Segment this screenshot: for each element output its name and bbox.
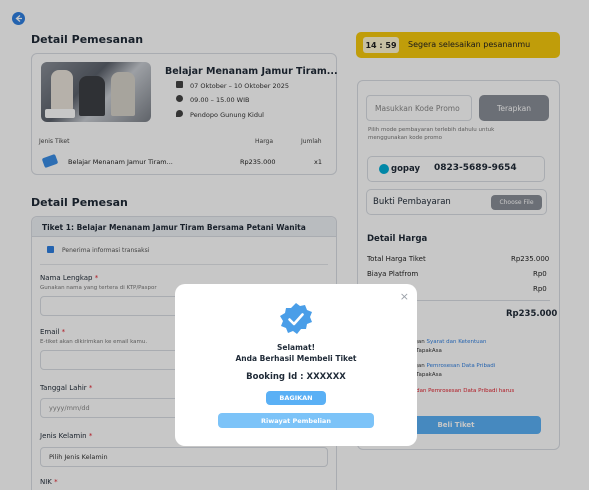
purchase-history-button[interactable]: Riwayat Pembelian bbox=[218, 413, 374, 428]
share-button[interactable]: BAGIKAN bbox=[266, 391, 326, 405]
modal-congrats: Selamat! bbox=[276, 343, 315, 352]
verified-badge-icon bbox=[280, 303, 312, 334]
modal-message: Anda Berhasil Membeli Tiket bbox=[235, 354, 357, 363]
success-modal: × Selamat! Anda Berhasil Membeli Tiket B… bbox=[175, 284, 417, 446]
booking-id: Booking Id : XXXXXX bbox=[246, 372, 346, 382]
close-icon[interactable]: × bbox=[400, 290, 409, 303]
